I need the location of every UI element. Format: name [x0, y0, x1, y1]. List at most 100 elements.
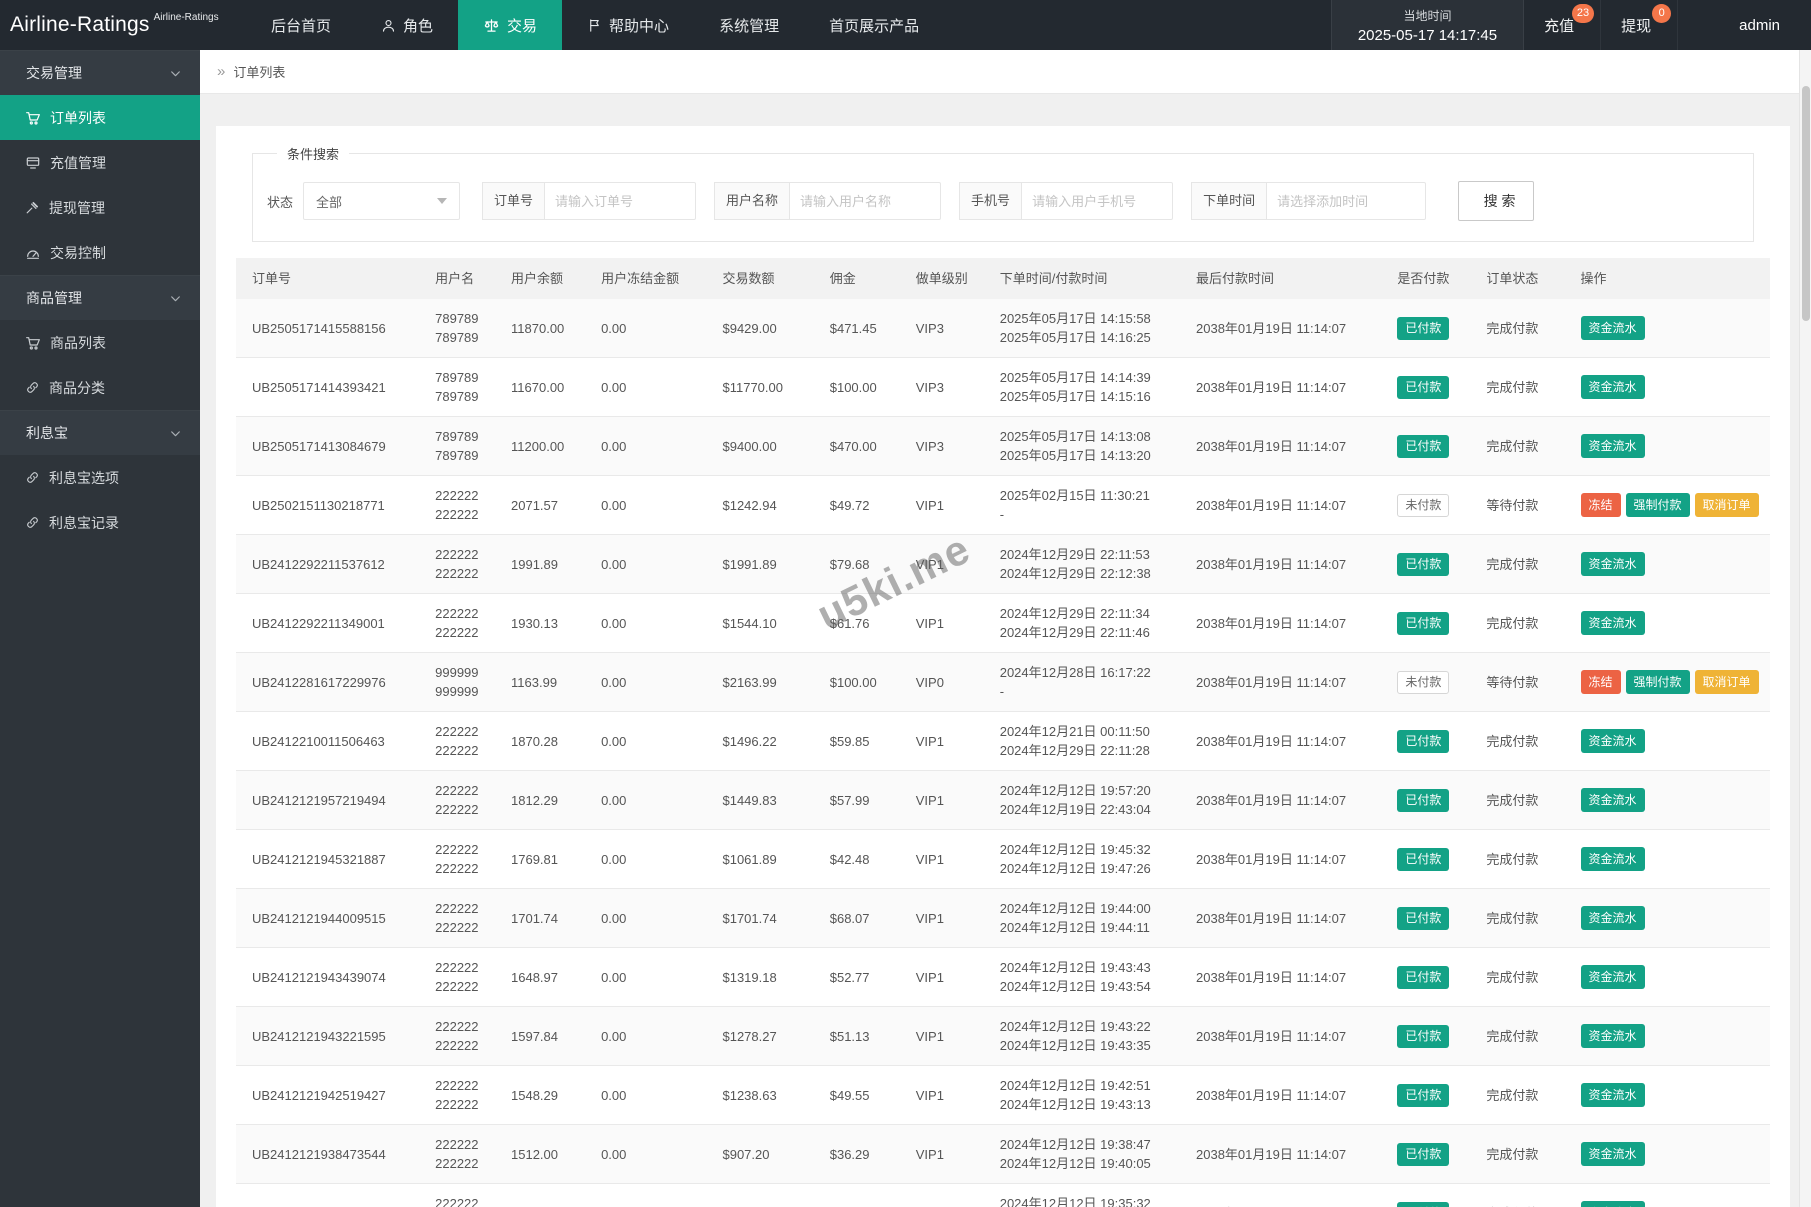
sidebar-item-label: 充值管理	[50, 154, 106, 171]
cell-balance: 1597.84	[495, 1006, 586, 1066]
nav-item-4[interactable]: 系统管理	[694, 0, 804, 50]
cell-amount: $1991.89	[706, 534, 814, 594]
fund-flow-button[interactable]: 资金流水	[1580, 611, 1645, 635]
sidebar-group-2[interactable]: 利息宝	[0, 410, 200, 455]
cell-amount: $9400.00	[706, 416, 814, 476]
cell-username: 222222 222222	[419, 593, 496, 653]
scrollbar-thumb[interactable]	[1802, 86, 1810, 321]
nav-item-3[interactable]: 帮助中心	[562, 0, 694, 50]
cell-level: VIP1	[899, 1065, 984, 1125]
fund-flow-button[interactable]: 资金流水	[1580, 1024, 1645, 1048]
order-admin-page: Airline-Ratings Airline-Ratings 后台首页 角色 交易…	[0, 0, 1811, 1207]
cell-commission: $59.85	[813, 711, 900, 771]
cancel-order-button[interactable]: 取消订单	[1694, 670, 1759, 694]
cell-order-status: 完成付款	[1470, 1006, 1565, 1066]
refresh-button[interactable]	[1678, 0, 1714, 50]
fund-flow-button[interactable]: 资金流水	[1580, 316, 1645, 340]
recharge-button[interactable]: 充值 23	[1524, 0, 1602, 50]
cell-username: 222222 222222	[419, 1124, 496, 1184]
cell-balance: 1453.85	[495, 1183, 586, 1207]
cell-actions: 资金流水	[1564, 1183, 1770, 1207]
sidebar-item-0-2[interactable]: 提现管理	[0, 185, 200, 230]
fund-flow-button[interactable]: 资金流水	[1580, 1083, 1645, 1107]
top-navbar: Airline-Ratings Airline-Ratings 后台首页 角色 交易…	[0, 0, 1811, 50]
paid-status-badge: 已付款	[1397, 847, 1450, 871]
sidebar-item-label: 订单列表	[50, 109, 106, 126]
order-no-input[interactable]	[544, 182, 697, 220]
fund-flow-button[interactable]: 资金流水	[1580, 729, 1645, 753]
column-header-10: 订单状态	[1470, 258, 1565, 299]
force-pay-button[interactable]: 强制付款	[1625, 493, 1690, 517]
cell-paid: 未付款	[1381, 652, 1471, 712]
sidebar-group-0[interactable]: 交易管理	[0, 50, 200, 95]
cell-actions: 资金流水	[1564, 593, 1770, 653]
freeze-button[interactable]: 冻结	[1580, 493, 1621, 517]
cell-order-status: 完成付款	[1470, 593, 1565, 653]
nav-item-0[interactable]: 后台首页	[246, 0, 356, 50]
order-time-input[interactable]	[1266, 182, 1427, 220]
scales-icon	[483, 17, 500, 34]
sidebar-toggle-button[interactable]	[200, 0, 246, 50]
cell-level: VIP1	[899, 475, 984, 535]
sidebar-item-label: 利息宝记录	[49, 514, 119, 531]
fund-flow-button[interactable]: 资金流水	[1580, 552, 1645, 576]
fund-flow-button[interactable]: 资金流水	[1580, 375, 1645, 399]
username-line: 222222	[435, 507, 479, 522]
nav-item-2[interactable]: 交易	[458, 0, 563, 50]
withdraw-button[interactable]: 提现 0	[1601, 0, 1679, 50]
username-line: 789789	[435, 448, 479, 463]
cell-last-pay-time: 2038年01月19日 11:14:07	[1180, 770, 1382, 830]
fund-flow-button[interactable]: 资金流水	[1580, 788, 1645, 812]
admin-user-menu[interactable]: admin	[1714, 0, 1811, 50]
link-icon	[25, 380, 40, 395]
fund-flow-button[interactable]: 资金流水	[1580, 434, 1645, 458]
cell-order-status: 完成付款	[1470, 534, 1565, 594]
username-line: 222222	[435, 920, 479, 935]
cell-amount: $1278.27	[706, 1006, 814, 1066]
force-pay-button[interactable]: 强制付款	[1625, 670, 1690, 694]
column-header-0: 订单号	[236, 258, 420, 299]
username-line: 222222	[435, 901, 479, 916]
nav-item-5[interactable]: 首页展示产品	[804, 0, 944, 50]
fund-flow-button[interactable]: 资金流水	[1580, 847, 1645, 871]
cell-paid: 已付款	[1381, 416, 1471, 476]
phone-input[interactable]	[1021, 182, 1174, 220]
cell-amount: $1242.94	[706, 475, 814, 535]
sidebar-item-0-3[interactable]: 交易控制	[0, 230, 200, 275]
sidebar-item-label: 商品分类	[49, 379, 105, 396]
cell-last-pay-time: 2038年01月19日 11:14:07	[1180, 1006, 1382, 1066]
cancel-order-button[interactable]: 取消订单	[1694, 493, 1759, 517]
cell-actions: 资金流水	[1564, 1006, 1770, 1066]
username-line: 222222	[435, 547, 479, 562]
cell-balance: 11670.00	[495, 357, 586, 417]
fund-flow-button[interactable]: 资金流水	[1580, 906, 1645, 930]
username-line: 222222	[435, 625, 479, 640]
sidebar-item-1-1[interactable]: 商品分类	[0, 365, 200, 410]
cell-username: 999999 999999	[419, 652, 496, 712]
cell-last-pay-time: 2038年01月19日 11:14:07	[1180, 475, 1382, 535]
nav-item-1[interactable]: 角色	[356, 0, 458, 50]
cell-username: 789789 789789	[419, 357, 496, 417]
search-button[interactable]: 搜 索	[1458, 181, 1535, 221]
cell-order-pay-time: 2024年12月12日 19:43:43 2024年12月12日 19:43:54	[983, 947, 1181, 1007]
freeze-button[interactable]: 冻结	[1580, 670, 1621, 694]
cell-last-pay-time: 2038年01月19日 11:14:07	[1180, 1065, 1382, 1125]
cell-order-no: UB2505171415588156	[236, 299, 420, 358]
column-header-1: 用户名	[419, 258, 496, 299]
cell-last-pay-time: 2038年01月19日 11:14:07	[1180, 888, 1382, 948]
sidebar-item-0-1[interactable]: 充值管理	[0, 140, 200, 185]
sidebar-item-2-0[interactable]: 利息宝选项	[0, 455, 200, 500]
fund-flow-button[interactable]: 资金流水	[1580, 1142, 1645, 1166]
cell-level: VIP1	[899, 1124, 984, 1184]
sidebar-item-0-0[interactable]: 订单列表	[0, 95, 200, 140]
status-select[interactable]: 全部	[303, 182, 461, 220]
username-input[interactable]	[789, 182, 942, 220]
fund-flow-button[interactable]: 资金流水	[1580, 965, 1645, 989]
sidebar-group-1[interactable]: 商品管理	[0, 275, 200, 320]
gauge-icon	[25, 245, 41, 261]
sidebar-item-2-1[interactable]: 利息宝记录	[0, 500, 200, 545]
fund-flow-button[interactable]: 资金流水	[1580, 1201, 1645, 1207]
table-row: UB2505171413084679 789789 789789 11200.00 0.…	[236, 416, 1770, 476]
sidebar-item-1-0[interactable]: 商品列表	[0, 320, 200, 365]
sidebar-item-label: 提现管理	[49, 199, 105, 216]
